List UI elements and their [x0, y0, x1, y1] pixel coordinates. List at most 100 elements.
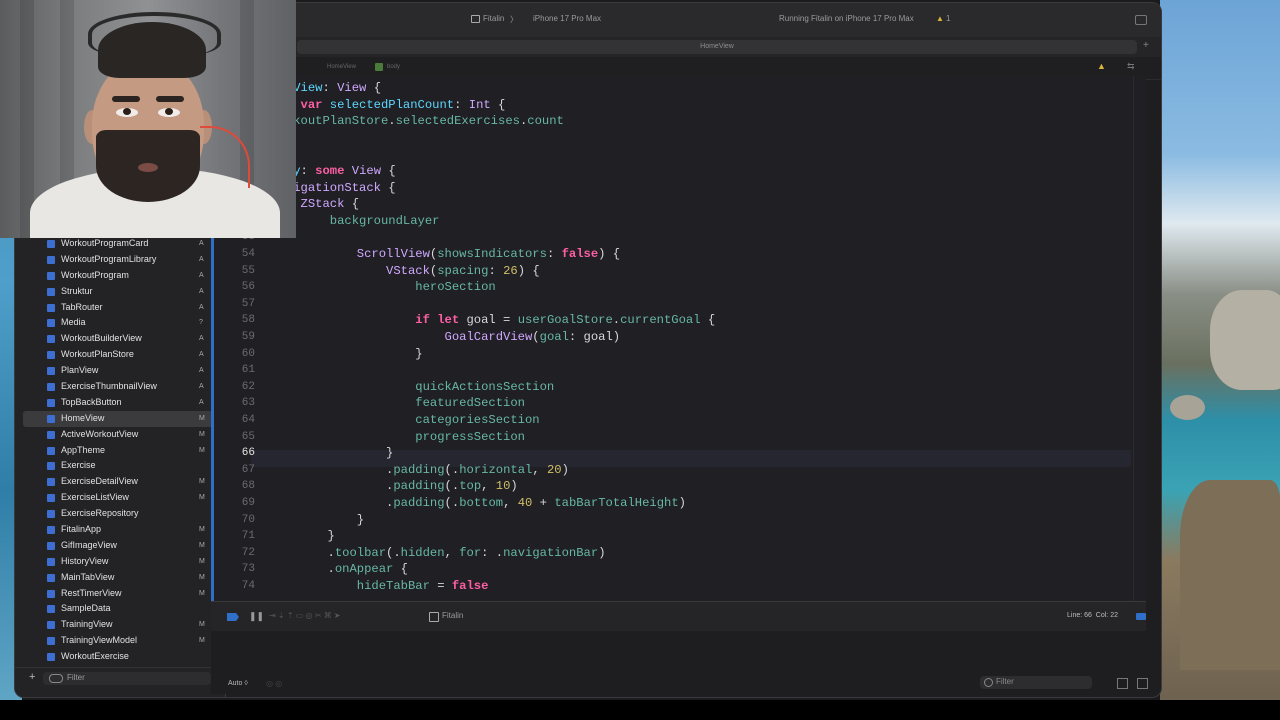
code-line[interactable]: 74 hideTabBar = false: [211, 578, 1111, 595]
code-line[interactable]: 63 featuredSection: [211, 395, 1111, 412]
scheme-selector[interactable]: Fitalin: [471, 14, 504, 23]
code-line[interactable]: 72 .toolbar(.hidden, for: .navigationBar…: [211, 545, 1111, 562]
issue-warning-icon[interactable]: ▲: [1097, 61, 1106, 71]
file-row[interactable]: HomeView M: [23, 410, 217, 427]
file-row[interactable]: WorkoutExercise: [15, 649, 225, 665]
file-row[interactable]: WorkoutProgramCard A: [15, 236, 225, 252]
code-line[interactable]: 53: [211, 229, 1111, 246]
code-line[interactable]: ct HomeView: View {: [211, 80, 1111, 97]
code-line[interactable]: }: [211, 130, 1111, 147]
code-line[interactable]: 71 }: [211, 528, 1111, 545]
code-token: GoalCardView: [269, 330, 533, 344]
code-line[interactable]: NavigationStack {: [211, 180, 1111, 197]
add-tab-icon[interactable]: +: [1143, 40, 1149, 51]
code-line[interactable]: private var selectedPlanCount: Int {: [211, 97, 1111, 114]
code-token: ) {: [517, 263, 540, 278]
file-row[interactable]: FitalinApp M: [15, 522, 225, 538]
code-line[interactable]: 65 progressSection: [211, 429, 1111, 446]
file-row[interactable]: ExerciseDetailView M: [15, 474, 225, 490]
step-controls[interactable]: ⇥ ⇣ ⇡ ▭ ◎ ✂ ⌘ ➤: [269, 611, 341, 620]
panel-icon[interactable]: [1136, 613, 1146, 620]
swift-file-icon: [47, 557, 55, 566]
code-line[interactable]: 68 .padding(.top, 10): [211, 478, 1111, 495]
file-row[interactable]: Media?: [15, 315, 225, 331]
console-split-icon[interactable]: [1117, 678, 1128, 689]
code-line[interactable]: [211, 146, 1111, 163]
file-row[interactable]: WorkoutPlanStore A: [15, 347, 225, 363]
code-line[interactable]: 69 .padding(.bottom, 40 + tabBarTotalHei…: [211, 495, 1111, 512]
code-line[interactable]: 54 ScrollView(showsIndicators: false) {: [211, 246, 1111, 263]
code-token: ): [510, 479, 518, 494]
source-control-status: A: [199, 367, 204, 375]
code-line[interactable]: 66 }: [211, 445, 1111, 462]
filter-icon: [49, 674, 63, 683]
file-row[interactable]: TrainingView M: [15, 617, 225, 633]
file-name: WorkoutExercise: [61, 651, 129, 662]
code-line[interactable]: 67 .padding(.horizontal, 20): [211, 462, 1111, 479]
related-items-icon[interactable]: ⇆: [1127, 61, 1135, 72]
file-row[interactable]: GifImageView M: [15, 538, 225, 554]
file-row[interactable]: Exercise: [15, 458, 225, 474]
console-panel-icon[interactable]: [1137, 678, 1148, 689]
code-line[interactable]: ZStack {: [211, 196, 1111, 213]
code-token: :: [488, 263, 504, 278]
file-row[interactable]: MainTabView M: [15, 570, 225, 586]
breakpoint-icon[interactable]: [227, 613, 239, 621]
console-filter-input[interactable]: Filter: [980, 676, 1092, 689]
line-number: 54: [241, 248, 255, 260]
code-token: 10: [495, 479, 511, 494]
file-row[interactable]: TabRouter A: [15, 300, 225, 316]
file-row[interactable]: WorkoutProgramLibrary A: [15, 252, 225, 268]
file-row[interactable]: PlanView A: [15, 363, 225, 379]
swift-file-icon: [47, 446, 55, 455]
pause-icon[interactable]: ❚❚: [249, 611, 264, 622]
code-line[interactable]: 56 heroSection: [211, 279, 1111, 296]
jump-bar-symbol[interactable]: body: [387, 64, 400, 70]
code-line[interactable]: 61: [211, 362, 1111, 379]
inspector-toggle-icon[interactable]: [1135, 15, 1147, 25]
code-line[interactable]: 73 .onAppear {: [211, 561, 1111, 578]
file-row[interactable]: HistoryView M: [15, 554, 225, 570]
code-line[interactable]: 70 }: [211, 512, 1111, 529]
source-editor[interactable]: ct HomeView: View {private var selectedP…: [211, 76, 1146, 601]
file-row[interactable]: WorkoutProgram A: [15, 268, 225, 284]
code-line[interactable]: 57: [211, 296, 1111, 313]
code-token: selectedPlanCount: [329, 97, 455, 112]
code-line[interactable]: 62 quickActionsSection: [211, 379, 1111, 396]
code-text: }: [269, 528, 335, 545]
code-token: progressSection: [269, 429, 525, 444]
code-line[interactable]: var body: some View {: [211, 163, 1111, 180]
file-row[interactable]: ExerciseRepository: [15, 506, 225, 522]
code-line[interactable]: 55 VStack(spacing: 26) {: [211, 263, 1111, 280]
file-row[interactable]: TopBackButton A: [15, 395, 225, 411]
code-token: .: [388, 114, 396, 129]
add-icon[interactable]: +: [29, 671, 35, 683]
file-row[interactable]: ExerciseThumbnailView A: [15, 379, 225, 395]
source-control-status: M: [199, 446, 205, 454]
code-line[interactable]: workoutPlanStore.selectedExercises.count: [211, 113, 1111, 130]
code-line[interactable]: 58 if let goal = userGoalStore.currentGo…: [211, 312, 1111, 329]
jump-bar-group[interactable]: HomeView: [327, 64, 356, 70]
sidebar-filter-input[interactable]: Filter: [43, 672, 211, 685]
file-row[interactable]: TrainingViewModel M: [15, 633, 225, 649]
code-line[interactable]: backgroundLayer: [211, 213, 1111, 230]
code-text: }: [269, 445, 393, 462]
file-row[interactable]: ActiveWorkoutView M: [15, 427, 225, 443]
warning-icon[interactable]: ▲: [936, 14, 944, 23]
tab-homeview[interactable]: HomeView: [297, 40, 1137, 54]
file-row[interactable]: RestTimerView M: [15, 586, 225, 602]
file-row[interactable]: AppTheme M: [15, 443, 225, 459]
code-line[interactable]: 60 }: [211, 346, 1111, 363]
console-mode-selector[interactable]: Auto ◊: [228, 680, 248, 687]
file-row[interactable]: Struktur A: [15, 284, 225, 300]
line-number: 71: [241, 530, 255, 543]
debug-bar: ❚❚ ⇥ ⇣ ⇡ ▭ ◎ ✂ ⌘ ➤ Fitalin Line: 66 Col:…: [211, 601, 1146, 632]
code-line[interactable]: 59 GoalCardView(goal: goal): [211, 329, 1111, 346]
code-token: {: [381, 164, 396, 178]
device-selector[interactable]: iPhone 17 Pro Max: [533, 14, 601, 23]
console-info-icon[interactable]: ◎ ◎: [266, 679, 282, 688]
code-line[interactable]: 64 categoriesSection: [211, 412, 1111, 429]
file-row[interactable]: SampleData: [15, 601, 225, 617]
file-row[interactable]: ExerciseListView M: [15, 490, 225, 506]
file-row[interactable]: WorkoutBuilderView A: [15, 331, 225, 347]
